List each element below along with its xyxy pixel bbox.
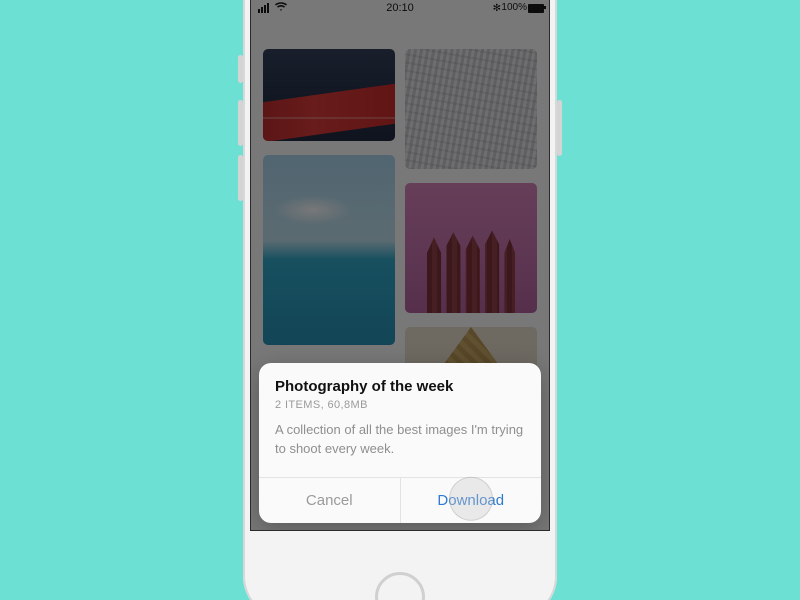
mute-switch [238,55,243,83]
home-button[interactable] [375,572,425,600]
power-button [557,100,562,156]
sheet-description: A collection of all the best images I'm … [275,421,525,459]
touch-indicator-icon [449,476,493,520]
sheet-title: Photography of the week [275,378,525,395]
download-button[interactable]: Download [401,478,542,523]
volume-up-button [238,100,243,146]
stage: 20:10 ✻ 100% Photography of [0,0,800,600]
phone-frame: 20:10 ✻ 100% Photography of [243,0,557,600]
sheet-button-row: Cancel Download [259,477,541,523]
screen: 20:10 ✻ 100% Photography of [250,0,550,531]
download-action-sheet: Photography of the week 2 ITEMS, 60,8MB … [259,363,541,523]
cancel-button[interactable]: Cancel [259,478,401,523]
volume-down-button [238,155,243,201]
sheet-meta: 2 ITEMS, 60,8MB [275,399,525,411]
